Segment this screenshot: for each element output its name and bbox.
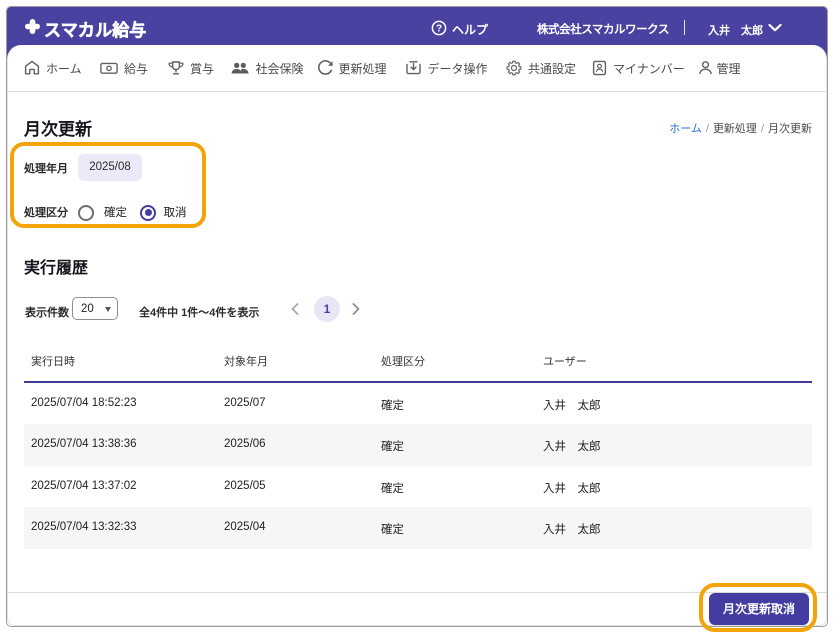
svg-text:?: ?	[436, 24, 442, 35]
